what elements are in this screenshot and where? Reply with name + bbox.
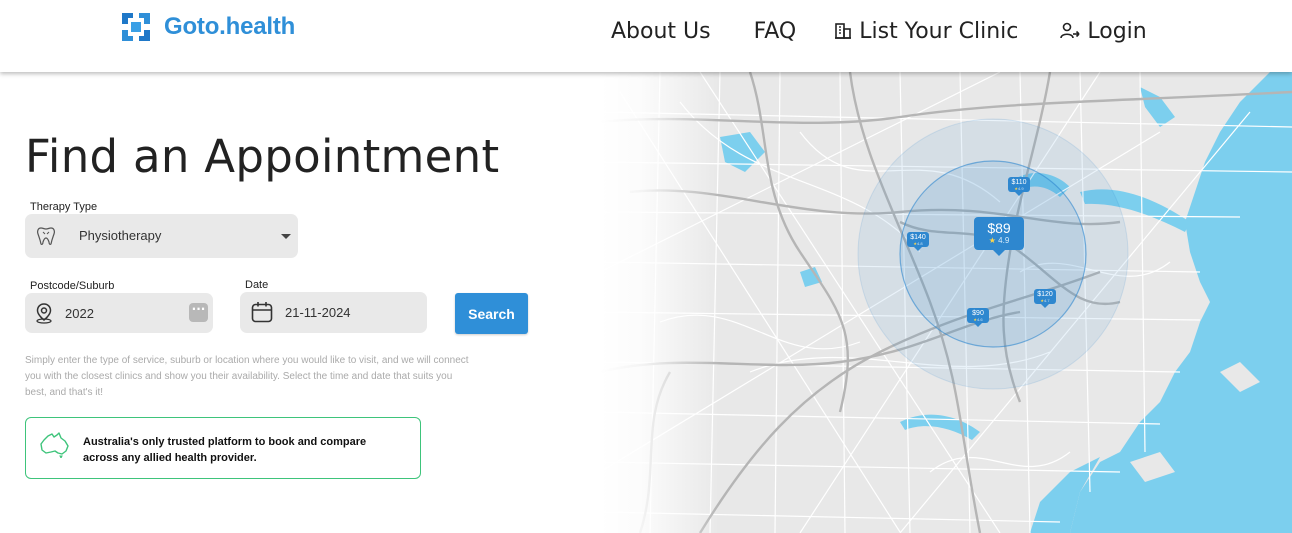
calendar-icon <box>251 302 273 323</box>
pin-rating: ★4.6 <box>967 318 989 322</box>
clinic-map[interactable]: $110 ★4.9 $140 ★4.8 $89 ★ 4.9 $120 ★4.7 … <box>600 72 1292 533</box>
map-price-pin[interactable]: $120 ★4.7 <box>1034 289 1056 308</box>
australia-map-icon <box>40 432 69 458</box>
pin-rating: ★4.9 <box>1008 187 1030 191</box>
pin-rating-value: 4.7 <box>1044 298 1050 303</box>
date-label: Date <box>245 279 269 291</box>
map-price-pin[interactable]: $90 ★4.6 <box>967 308 989 327</box>
pin-rating: ★ 4.9 <box>974 236 1024 246</box>
pin-rating-value: 4.6 <box>977 317 983 322</box>
trust-banner: Australia's only trusted platform to boo… <box>25 417 421 479</box>
brand-logo[interactable]: Goto.health <box>120 11 295 43</box>
date-value: 21-11-2024 <box>285 305 351 320</box>
search-button[interactable]: Search <box>455 293 528 334</box>
therapy-type-value: Physiotherapy <box>79 228 162 243</box>
more-dots-icon[interactable]: ··· <box>189 303 208 322</box>
map-price-pin[interactable]: $110 ★4.9 <box>1008 177 1030 196</box>
brand-name: Goto.health <box>164 13 296 40</box>
clinic-building-icon <box>835 23 852 39</box>
nav-about-us[interactable]: About Us <box>611 19 711 44</box>
postcode-value: 2022 <box>65 306 94 321</box>
nav-list-your-clinic[interactable]: List Your Clinic <box>834 19 1018 44</box>
page-title: Find an Appointment <box>25 130 500 183</box>
location-pin-icon <box>36 303 52 324</box>
map-price-pin[interactable]: $140 ★4.8 <box>907 232 929 251</box>
pin-rating-value: 4.8 <box>917 241 923 246</box>
nav-list-your-clinic-label: List Your Clinic <box>859 18 1019 44</box>
pin-price: $89 <box>987 220 1011 236</box>
nav-login-label: Login <box>1087 18 1147 44</box>
pin-rating: ★4.8 <box>907 242 929 246</box>
main-nav: About Us FAQ List Your Clinic Login <box>611 16 1147 46</box>
trust-text: Australia's only trusted platform to boo… <box>83 436 367 464</box>
date-input[interactable]: 21-11-2024 <box>240 292 427 333</box>
site-header: Goto.health About Us FAQ List Your Clini… <box>0 0 1292 72</box>
map-price-pin-selected[interactable]: $89 ★ 4.9 <box>974 217 1024 256</box>
goto-health-logo-icon <box>122 13 150 41</box>
therapy-type-select[interactable]: Physiotherapy <box>25 214 298 258</box>
pin-rating-value: 4.9 <box>1018 186 1024 191</box>
postcode-label: Postcode/Suburb <box>30 280 115 292</box>
user-add-icon <box>1060 22 1080 39</box>
therapy-type-label: Therapy Type <box>30 201 98 213</box>
tooth-icon <box>37 227 55 245</box>
postcode-input[interactable]: 2022 ··· <box>25 293 213 333</box>
star-icon: ★ <box>988 236 996 245</box>
pin-rating: ★4.7 <box>1034 299 1056 303</box>
pin-rating-value: 4.9 <box>998 236 1010 245</box>
nav-login[interactable]: Login <box>1060 18 1147 44</box>
helper-text: Simply enter the type of service, suburb… <box>25 355 469 398</box>
chevron-down-icon <box>281 234 291 239</box>
nav-faq[interactable]: FAQ <box>754 19 797 44</box>
map-fade-overlay <box>600 72 720 533</box>
